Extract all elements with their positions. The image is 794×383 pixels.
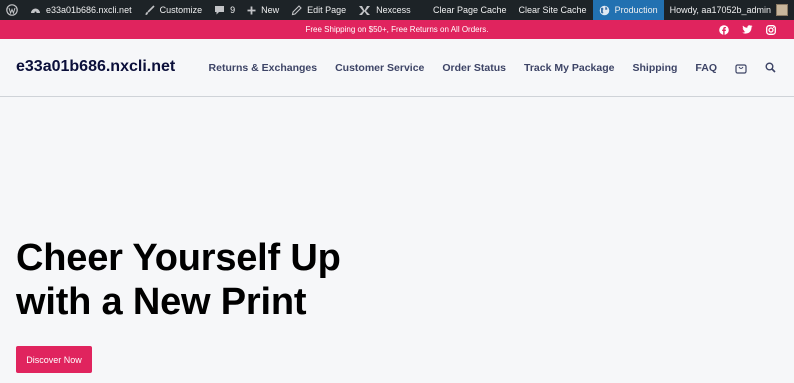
admin-bar: e33a01b686.nxcli.net Customize 9 New Edi… — [0, 0, 794, 20]
search-icon — [765, 62, 776, 73]
nav-customer-service[interactable]: Customer Service — [335, 62, 424, 74]
new-content-button[interactable]: New — [241, 0, 285, 20]
nav-track-my-package[interactable]: Track My Package — [524, 62, 614, 74]
brush-icon — [145, 4, 155, 15]
customize-button[interactable]: Customize — [138, 0, 209, 20]
nav-shipping[interactable]: Shipping — [632, 62, 677, 74]
discover-now-button[interactable]: Discover Now — [16, 346, 92, 373]
clear-page-cache-label: Clear Page Cache — [432, 5, 507, 15]
globe-icon — [599, 5, 609, 15]
comments-button[interactable]: 9 — [208, 0, 241, 20]
dashboard-icon — [31, 8, 40, 13]
comment-icon — [215, 5, 225, 14]
clear-page-cache-button[interactable]: Clear Page Cache — [427, 0, 513, 20]
site-header: e33a01b686.nxcli.net Returns & Exchanges… — [0, 39, 794, 97]
wordpress-icon — [6, 4, 18, 16]
pencil-icon — [291, 4, 302, 15]
social-links — [719, 20, 776, 39]
hero-title-line-2: with a New Print — [16, 281, 307, 323]
main-navigation: Returns & Exchanges Customer Service Ord… — [209, 39, 794, 96]
promo-bar: Free Shipping on $50+, Free Returns on A… — [0, 20, 794, 39]
environment-label: Production — [614, 5, 658, 15]
facebook-icon[interactable] — [719, 24, 729, 35]
site-name-button[interactable]: e33a01b686.nxcli.net — [24, 0, 138, 20]
edit-page-label: Edit Page — [307, 5, 347, 15]
cart-icon — [735, 63, 747, 74]
admin-bar-right: Clear Page Cache Clear Site Cache Produc… — [427, 0, 794, 20]
nav-order-status[interactable]: Order Status — [442, 62, 506, 74]
my-account-button[interactable]: Howdy, aa17052b_admin — [664, 0, 794, 20]
nav-returns-exchanges[interactable]: Returns & Exchanges — [209, 62, 318, 74]
environment-badge[interactable]: Production — [592, 0, 664, 20]
hero-title: Cheer Yourself Up with a New Print — [16, 236, 341, 324]
nexcess-logo-icon — [359, 5, 371, 15]
clear-site-cache-label: Clear Site Cache — [518, 5, 587, 15]
admin-bar-left: e33a01b686.nxcli.net Customize 9 New Edi… — [0, 0, 417, 20]
plus-icon — [247, 6, 256, 14]
instagram-icon[interactable] — [766, 24, 776, 35]
clear-site-cache-button[interactable]: Clear Site Cache — [513, 0, 593, 20]
customize-label: Customize — [159, 5, 203, 15]
comments-count: 9 — [230, 5, 236, 15]
promo-text: Free Shipping on $50+, Free Returns on A… — [305, 25, 489, 34]
nexcess-button[interactable]: Nexcess — [352, 0, 417, 20]
hero-title-line-1: Cheer Yourself Up — [16, 237, 341, 279]
nav-faq[interactable]: FAQ — [695, 62, 717, 74]
twitter-icon[interactable] — [742, 25, 753, 34]
nexcess-label: Nexcess — [376, 5, 411, 15]
greeting-label: Howdy, aa17052b_admin — [669, 5, 771, 15]
wordpress-logo-button[interactable] — [0, 0, 24, 20]
cart-button[interactable] — [735, 62, 747, 74]
new-label: New — [261, 5, 280, 15]
avatar — [776, 4, 788, 16]
search-button[interactable] — [765, 62, 776, 73]
site-name-label: e33a01b686.nxcli.net — [46, 5, 132, 15]
edit-page-button[interactable]: Edit Page — [285, 0, 352, 20]
site-title[interactable]: e33a01b686.nxcli.net — [16, 58, 175, 76]
